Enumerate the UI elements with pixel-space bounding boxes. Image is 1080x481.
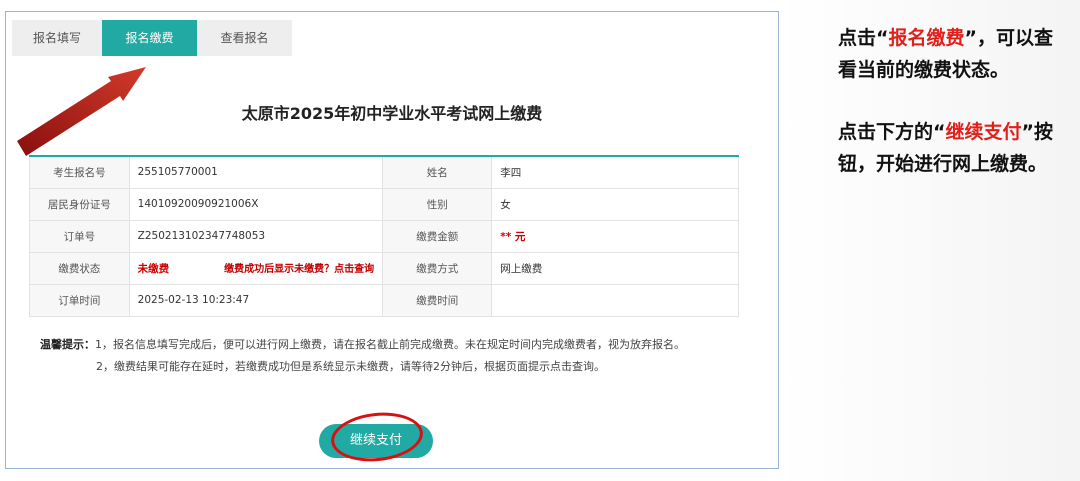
id-value: 14010920090921006X — [128, 187, 384, 221]
table-row: 居民身份证号 14010920090921006X 性别 女 — [29, 187, 739, 221]
instruction-1-prefix: 点击“ — [838, 27, 889, 49]
table-row: 考生报名号 255105770001 姓名 李四 — [29, 155, 739, 189]
gender-label: 性别 — [382, 187, 493, 221]
payment-info-table: 考生报名号 255105770001 姓名 李四 居民身份证号 14010920… — [29, 155, 739, 317]
instructions-panel: 点击“报名缴费”，可以查看当前的缴费状态。 点击下方的“继续支付”按钮，开始进行… — [838, 22, 1070, 210]
instruction-2-prefix: 点击下方的“ — [838, 121, 946, 143]
name-label: 姓名 — [382, 155, 493, 189]
instruction-step-2: 点击下方的“继续支付”按钮，开始进行网上缴费。 — [838, 116, 1070, 180]
order-label: 订单号 — [29, 219, 130, 253]
status-label: 缴费状态 — [29, 251, 130, 285]
status-value: 未缴费 — [137, 263, 170, 275]
amount-label: 缴费金额 — [382, 219, 493, 253]
notice-block: 温馨提示：1，报名信息填写完成后，便可以进行网上缴费，请在报名截止前完成缴费。未… — [40, 334, 685, 378]
method-value: 网上缴费 — [491, 251, 739, 285]
tab-registration-form[interactable]: 报名填写 — [12, 20, 102, 56]
status-cell: 未缴费 缴费成功后显示未缴费？点击查询 — [128, 251, 384, 285]
order-value: Z250213102347748053 — [128, 219, 384, 253]
exam-no-label: 考生报名号 — [29, 155, 130, 189]
amount-value: ** 元 — [491, 219, 739, 253]
tab-view-registration[interactable]: 查看报名 — [197, 20, 292, 56]
table-row: 订单时间 2025-02-13 10:23:47 缴费时间 — [29, 283, 739, 317]
notice-heading: 温馨提示： — [40, 338, 95, 351]
table-row: 缴费状态 未缴费 缴费成功后显示未缴费？点击查询 缴费方式 网上缴费 — [29, 251, 739, 285]
pay-time-value — [491, 283, 739, 317]
notice-line-1: 1，报名信息填写完成后，便可以进行网上缴费，请在报名截止前完成缴费。未在规定时间… — [95, 338, 685, 351]
gender-value: 女 — [491, 187, 739, 221]
page-title: 太原市2025年初中学业水平考试网上缴费 — [241, 104, 543, 123]
notice-line-2: 2，缴费结果可能存在延时，若缴费成功但是系统显示未缴费，请等待2分钟后，根据页面… — [96, 360, 605, 373]
method-label: 缴费方式 — [382, 251, 493, 285]
continue-payment-button[interactable]: 继续支付 — [319, 424, 433, 458]
name-value: 李四 — [491, 155, 739, 189]
order-time-label: 订单时间 — [29, 283, 130, 317]
payment-window: 报名填写 报名缴费 查看报名 太原市2025年初中学业水平考试网上缴费 考生报名… — [5, 11, 779, 469]
instruction-2-highlight: 继续支付 — [945, 121, 1022, 143]
tab-registration-payment[interactable]: 报名缴费 — [102, 20, 197, 56]
exam-no-value: 255105770001 — [128, 155, 384, 189]
table-row: 订单号 Z250213102347748053 缴费金额 ** 元 — [29, 219, 739, 253]
instruction-1-highlight: 报名缴费 — [888, 27, 965, 49]
query-payment-link[interactable]: 缴费成功后显示未缴费？点击查询 — [224, 264, 374, 275]
order-time-value: 2025-02-13 10:23:47 — [128, 283, 384, 317]
instruction-step-1: 点击“报名缴费”，可以查看当前的缴费状态。 — [838, 22, 1070, 86]
id-label: 居民身份证号 — [29, 187, 130, 221]
tab-bar: 报名填写 报名缴费 查看报名 — [12, 20, 292, 56]
pay-time-label: 缴费时间 — [382, 283, 493, 317]
